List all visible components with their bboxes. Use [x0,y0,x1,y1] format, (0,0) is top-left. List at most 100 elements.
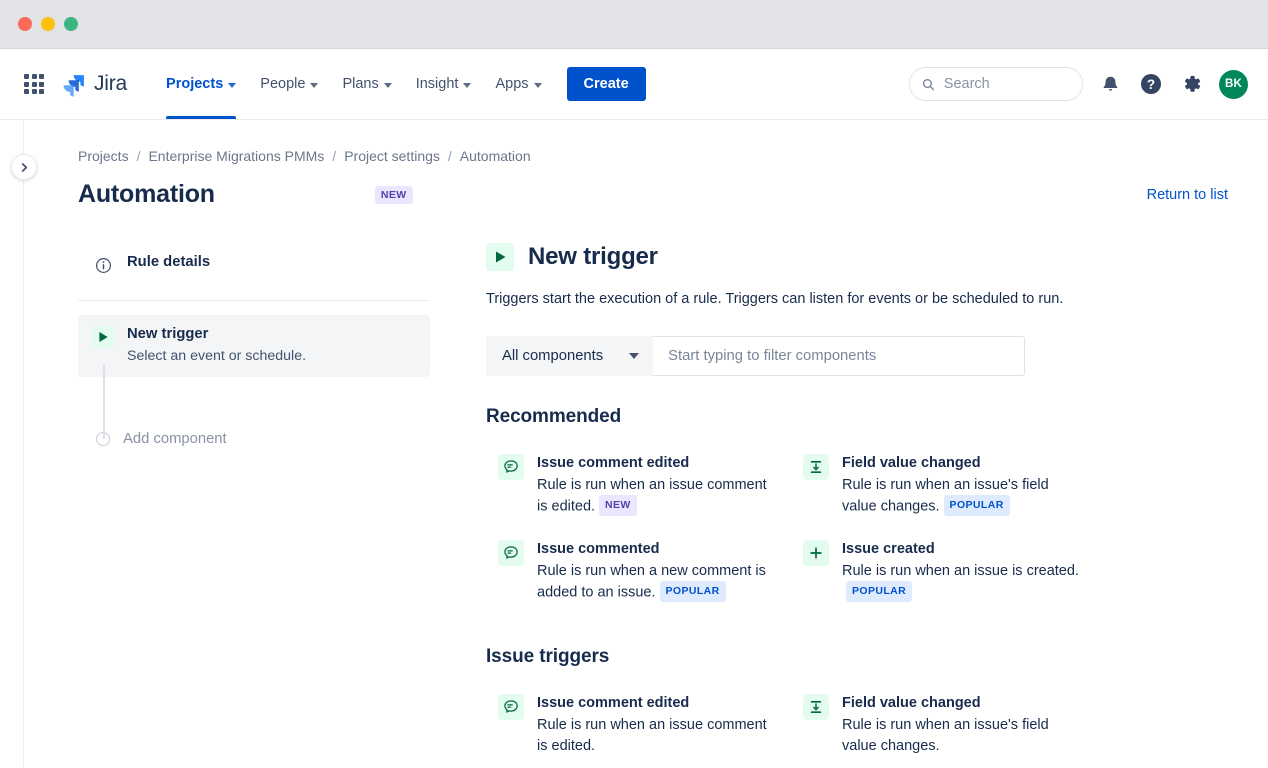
help-button[interactable]: ? [1137,70,1165,98]
trigger-card-issue-commented[interactable]: Issue commented Rule is run when a new c… [486,530,791,616]
global-search-box[interactable] [909,67,1083,101]
breadcrumb-item-project[interactable]: Enterprise Migrations PMMs [148,148,324,164]
trigger-selection-pane: New trigger Triggers start the execution… [430,243,1228,768]
breadcrumb-separator: / [448,148,452,164]
nav-item-apps[interactable]: Apps [484,49,552,119]
chevron-down-icon [463,83,471,88]
component-filter-input[interactable] [653,336,1025,376]
nav-item-plans-label: Plans [342,76,378,92]
rule-step-subtitle: Select an event or schedule. [127,346,306,367]
chevron-down-icon [310,83,318,88]
page-header: Automation NEW Return to list [78,180,1228,209]
section-title-recommended: Recommended [486,406,1228,428]
breadcrumb-item-automation: Automation [460,148,531,164]
rule-chain-panel: Rule details New trigger Select an event… [78,243,430,768]
chevron-down-icon [228,83,236,88]
main-content: Projects / Enterprise Migrations PMMs / … [24,120,1268,768]
trigger-card-description-text: Rule is run when an issue is created. [842,563,1079,579]
window-minimize-button[interactable] [41,17,55,31]
rule-chain-connector-line [103,365,105,439]
search-icon [922,77,935,92]
window-maximize-button[interactable] [64,17,78,31]
breadcrumb-item-projects[interactable]: Projects [78,148,129,164]
automation-editor-columns: Rule details New trigger Select an event… [78,243,1228,768]
nav-item-apps-label: Apps [495,76,528,92]
recommended-trigger-grid: Issue comment edited Rule is run when an… [486,444,1228,616]
nav-item-plans[interactable]: Plans [331,49,402,119]
trigger-card-title: Issue comment edited [537,693,781,713]
play-triangle-icon [486,243,514,271]
breadcrumb-item-project-settings[interactable]: Project settings [344,148,440,164]
add-component-label: Add component [123,431,227,447]
component-type-dropdown[interactable]: All components [486,336,653,376]
trigger-card-description: Rule is run when an issue comment is edi… [537,715,781,757]
trigger-card-issue-comment-edited[interactable]: Issue comment edited Rule is run when an… [486,444,791,530]
window-close-button[interactable] [18,17,32,31]
nav-item-insight[interactable]: Insight [405,49,483,119]
nav-right-actions: ? BK [909,67,1248,101]
jira-logo-icon [62,72,87,97]
primary-nav-items: Projects People Plans Insight Apps [155,49,552,119]
comment-bubble-icon [498,454,524,480]
notification-bell-icon [1100,74,1121,95]
settings-button[interactable] [1178,70,1206,98]
trigger-card-badge: POPULAR [846,581,912,602]
return-to-list-link[interactable]: Return to list [1147,187,1228,203]
trigger-card-title: Issue created [842,539,1086,559]
app-switcher-grid-icon[interactable] [22,72,46,96]
window-title-bar [0,0,1268,49]
trigger-pane-header: New trigger [486,243,1228,271]
play-triangle-icon [92,326,114,348]
rule-step-title: New trigger [127,325,306,345]
rule-step-new-trigger[interactable]: New trigger Select an event or schedule. [78,315,430,377]
trigger-card-description-text: Rule is run when a new comment is added … [537,563,766,600]
trigger-card-badge: NEW [599,495,637,516]
trigger-card-field-value-changed-2[interactable]: Field value changed Rule is run when an … [791,684,1096,768]
component-type-dropdown-value: All components [502,348,603,364]
trigger-pane-title: New trigger [528,243,658,271]
page-title-new-badge: NEW [375,186,413,204]
rule-details-row[interactable]: Rule details [78,243,430,286]
breadcrumb-separator: / [332,148,336,164]
chevron-right-icon [19,162,30,173]
component-filter-row: All components [486,336,1228,376]
plus-icon [803,540,829,566]
nav-item-people[interactable]: People [249,49,329,119]
chevron-down-icon [534,83,542,88]
trigger-card-badge: POPULAR [944,495,1010,516]
create-button[interactable]: Create [567,67,646,101]
chevron-down-icon [384,83,392,88]
jira-wordmark: Jira [94,72,127,96]
expand-sidebar-button[interactable] [11,154,37,180]
notifications-button[interactable] [1096,70,1124,98]
trigger-card-description: Rule is run when an issue's field value … [842,475,1086,517]
user-avatar[interactable]: BK [1219,70,1248,99]
rule-panel-divider [78,300,430,301]
trigger-card-issue-created[interactable]: Issue created Rule is run when an issue … [791,530,1096,616]
nav-item-insight-label: Insight [416,76,459,92]
trigger-card-title: Issue comment edited [537,453,781,473]
info-circle-icon [92,254,114,276]
trigger-pane-description: Triggers start the execution of a rule. … [486,289,1228,309]
trigger-card-title: Field value changed [842,693,1086,713]
issue-trigger-grid: Issue comment edited Rule is run when an… [486,684,1228,768]
search-input[interactable] [944,76,1070,92]
trigger-card-badge: POPULAR [660,581,726,602]
trigger-card-issue-comment-edited-2[interactable]: Issue comment edited Rule is run when an… [486,684,791,768]
trigger-card-field-value-changed[interactable]: Field value changed Rule is run when an … [791,444,1096,530]
section-title-issue-triggers: Issue triggers [486,646,1228,668]
trigger-card-description: Rule is run when a new comment is added … [537,561,781,603]
trigger-card-title: Issue commented [537,539,781,559]
nav-item-projects[interactable]: Projects [155,49,247,119]
help-question-icon: ? [1139,72,1163,96]
page-body: Projects / Enterprise Migrations PMMs / … [0,120,1268,768]
add-component-row[interactable]: Add component [78,421,430,457]
breadcrumb: Projects / Enterprise Migrations PMMs / … [78,148,1228,164]
settings-gear-icon [1181,73,1203,95]
jira-home-logo[interactable]: Jira [62,72,127,97]
rule-details-label: Rule details [127,253,210,273]
trigger-card-description: Rule is run when an issue is created. POP… [842,561,1086,603]
svg-text:?: ? [1147,77,1155,92]
nav-item-people-label: People [260,76,305,92]
trigger-card-description: Rule is run when an issue comment is edi… [537,475,781,517]
